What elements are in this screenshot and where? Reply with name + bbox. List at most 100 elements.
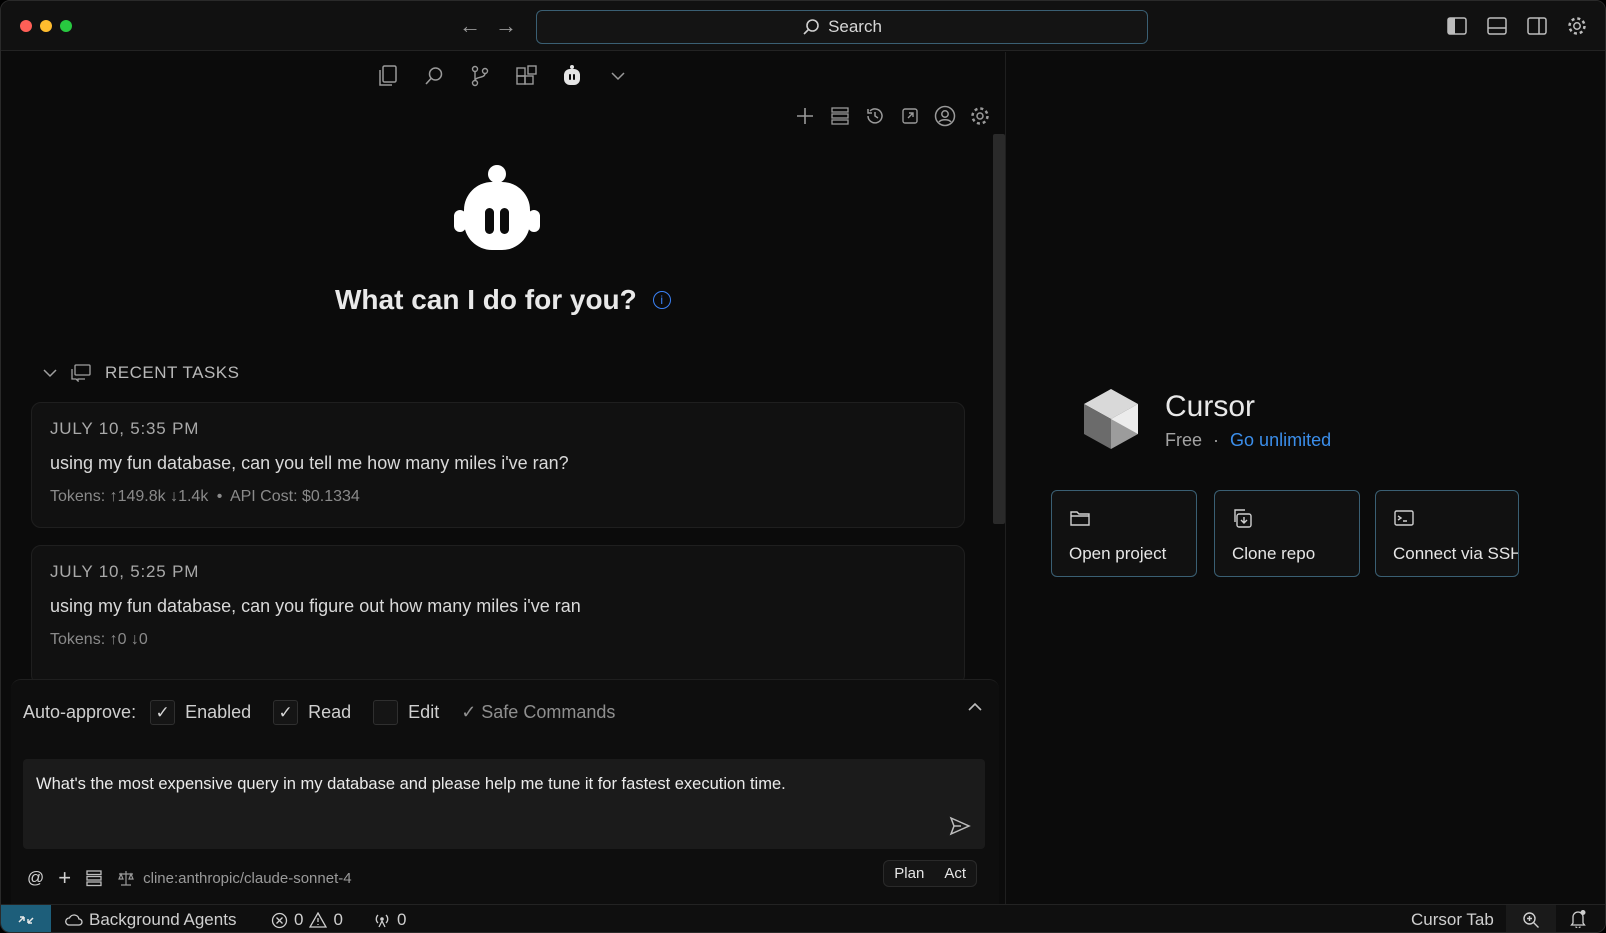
- mcp-server-icon[interactable]: [828, 104, 851, 127]
- task-meta: Tokens: ↑149.8k ↓1.4k • API Cost: $0.133…: [50, 488, 360, 505]
- chevron-down-icon: [43, 368, 57, 377]
- chevron-up-icon[interactable]: [967, 702, 983, 712]
- enabled-label: Enabled: [185, 702, 252, 722]
- sidebar-right-icon[interactable]: [1525, 14, 1549, 38]
- cline-robot-icon[interactable]: [560, 64, 584, 88]
- warning-icon: [309, 912, 328, 928]
- model-label: cline:anthropic/claude-sonnet-4: [143, 869, 352, 887]
- error-count: 0: [294, 910, 304, 929]
- cloud-icon: [65, 914, 83, 926]
- task-text: using my fun database, can you tell me h…: [50, 453, 569, 473]
- info-icon[interactable]: i: [652, 291, 671, 309]
- connect-ssh-button[interactable]: Connect via SSH: [1375, 490, 1519, 577]
- task-text: using my fun database, can you figure ou…: [50, 596, 581, 616]
- task-card[interactable]: JULY 10, 5:35 PM using my fun database, …: [31, 402, 965, 528]
- chat-input[interactable]: What's the most expensive query in my da…: [23, 759, 985, 849]
- chevron-down-icon[interactable]: [606, 64, 630, 88]
- layout-controls: [1445, 14, 1589, 38]
- cursor-title: Cursor: [1165, 390, 1256, 423]
- cursor-plan: Free · Go unlimited: [1165, 430, 1331, 451]
- activity-tabs: [376, 64, 630, 88]
- gear-icon[interactable]: [1565, 14, 1589, 38]
- panel-bottom-icon[interactable]: [1485, 14, 1509, 38]
- cursor-welcome-panel: Cursor Free · Go unlimited Open project …: [1007, 52, 1605, 904]
- notifications-item[interactable]: [1569, 909, 1587, 928]
- bell-icon: [1570, 910, 1586, 928]
- folder-icon: [1070, 511, 1090, 526]
- search-label: Search: [828, 17, 882, 36]
- search-icon[interactable]: [422, 64, 446, 88]
- problems-item[interactable]: 0 0: [271, 910, 343, 930]
- add-context-button[interactable]: +: [58, 865, 71, 891]
- send-icon[interactable]: [949, 815, 971, 837]
- task-card[interactable]: JULY 10, 5:25 PM using my fun database, …: [31, 545, 965, 685]
- source-control-icon[interactable]: [468, 64, 492, 88]
- settings-icon[interactable]: [968, 104, 991, 127]
- cline-panel: What can I do for you? i RECENT TASKS JU…: [1, 52, 1006, 927]
- welcome-title: What can I do for you?: [335, 284, 637, 315]
- plan-separator: ·: [1213, 430, 1220, 450]
- edit-label: Edit: [408, 702, 440, 722]
- close-window-button[interactable]: [20, 20, 32, 32]
- account-icon[interactable]: [933, 104, 956, 127]
- connect-ssh-label: Connect via SSH: [1393, 544, 1519, 563]
- read-label: Read: [308, 702, 352, 722]
- plan-button[interactable]: Plan: [884, 861, 934, 886]
- open-project-button[interactable]: Open project: [1051, 490, 1197, 577]
- edit-checkbox[interactable]: [373, 700, 399, 725]
- terminal-icon: [1394, 510, 1414, 526]
- history-icon[interactable]: [863, 104, 886, 127]
- cline-robot-icon: [454, 165, 540, 250]
- search-icon: [803, 19, 819, 35]
- cursor-tab-item[interactable]: Cursor Tab: [1411, 910, 1494, 930]
- model-selector[interactable]: cline:anthropic/claude-sonnet-4: [117, 869, 352, 887]
- window-controls: [20, 20, 72, 32]
- status-bar: Background Agents 0 0 0 Cursor Tab: [1, 904, 1605, 932]
- cline-toolbar: [793, 104, 991, 127]
- mention-button[interactable]: @: [27, 868, 44, 888]
- scale-icon: [118, 871, 135, 886]
- task-date: JULY 10, 5:35 PM: [50, 419, 200, 438]
- chat-input-area: Auto-approve: ✓ Enabled ✓ Read Edit ✓ Sa…: [11, 679, 999, 927]
- scrollbar[interactable]: [993, 134, 1005, 524]
- welcome-heading: What can I do for you? i: [335, 284, 671, 316]
- plus-icon[interactable]: [793, 104, 816, 127]
- zoom-in-icon: [1523, 912, 1539, 928]
- comment-icon: [71, 364, 91, 382]
- extensions-icon[interactable]: [514, 64, 538, 88]
- ports-item[interactable]: 0: [373, 910, 406, 930]
- remote-icon[interactable]: [1, 905, 51, 932]
- zoom-item[interactable]: [1506, 905, 1556, 932]
- clone-repo-label: Clone repo: [1232, 544, 1316, 563]
- recent-tasks-header[interactable]: RECENT TASKS: [43, 363, 239, 383]
- minimize-window-button[interactable]: [40, 20, 52, 32]
- command-search-bar[interactable]: Search: [536, 10, 1148, 44]
- plan-label: Free: [1165, 430, 1203, 450]
- plan-act-toggle: Plan Act: [883, 860, 977, 887]
- safe-commands-label[interactable]: ✓ Safe Commands: [461, 702, 615, 723]
- auto-approve-label: Auto-approve:: [23, 702, 137, 722]
- recent-tasks-label: RECENT TASKS: [105, 363, 240, 382]
- cursor-tab-label: Cursor Tab: [1411, 910, 1494, 929]
- read-checkbox[interactable]: ✓: [273, 700, 299, 725]
- ports-count: 0: [397, 910, 407, 929]
- task-tokens: Tokens: ↑0 ↓0: [50, 631, 148, 648]
- act-button[interactable]: Act: [934, 861, 976, 886]
- popout-icon[interactable]: [898, 104, 921, 127]
- error-icon: [271, 912, 288, 928]
- go-unlimited-link[interactable]: Go unlimited: [1230, 430, 1331, 450]
- broadcast-icon: [375, 914, 389, 928]
- background-agents-item[interactable]: Background Agents: [65, 910, 236, 930]
- sidebar-left-icon[interactable]: [1445, 14, 1469, 38]
- mcp-server-icon[interactable]: [85, 869, 103, 887]
- cursor-logo-icon: [1084, 389, 1138, 449]
- background-agents-label: Background Agents: [89, 910, 237, 929]
- explorer-icon[interactable]: [376, 64, 400, 88]
- warning-count: 0: [333, 910, 343, 929]
- task-tokens: Tokens: ↑149.8k ↓1.4k: [50, 488, 209, 505]
- forward-arrow-icon[interactable]: →: [495, 13, 517, 39]
- back-arrow-icon[interactable]: ←: [459, 13, 481, 39]
- zoom-window-button[interactable]: [60, 20, 72, 32]
- clone-repo-button[interactable]: Clone repo: [1214, 490, 1360, 577]
- enabled-checkbox[interactable]: ✓: [150, 700, 176, 725]
